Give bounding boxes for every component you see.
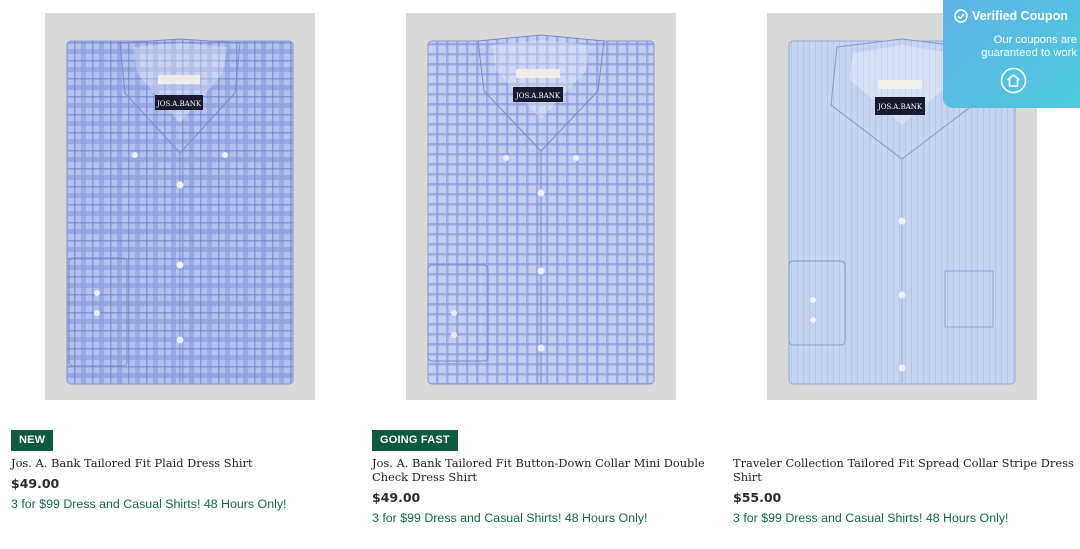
product-title[interactable]: Traveler Collection Tailored Fit Spread …	[733, 456, 1078, 484]
promo-link[interactable]: 3 for $99 Dress and Casual Shirts! 48 Ho…	[372, 511, 647, 525]
coupon-title: Verified Coupon	[972, 9, 1068, 23]
coupon-subtitle: Our coupons are guaranteed to work	[981, 34, 1077, 59]
svg-text:JOS.A.BANK: JOS.A.BANK	[156, 100, 202, 108]
coupon-header: Verified Coupon	[954, 9, 1068, 23]
product-card[interactable]: JOS.A.BANK NEW Jos. A. Bank Tailored Fit…	[0, 0, 360, 549]
product-card[interactable]: JOS.A.BANK GOING FAST Jos. A. Bank Tailo…	[360, 0, 720, 549]
status-badge: NEW	[11, 430, 54, 451]
verified-coupon-widget[interactable]: Verified Coupon Our coupons are guarante…	[943, 0, 1080, 108]
product-price: $55.00	[733, 490, 782, 505]
product-price: $49.00	[11, 476, 60, 491]
product-image[interactable]: JOS.A.BANK	[406, 13, 676, 400]
promo-link[interactable]: 3 for $99 Dress and Casual Shirts! 48 Ho…	[11, 497, 286, 511]
svg-text:JOS.A.BANK: JOS.A.BANK	[515, 92, 561, 100]
svg-text:JOS.A.BANK: JOS.A.BANK	[877, 103, 923, 111]
promo-link[interactable]: 3 for $99 Dress and Casual Shirts! 48 Ho…	[733, 511, 1008, 525]
product-image[interactable]: JOS.A.BANK	[45, 13, 315, 400]
check-circle-icon	[954, 9, 968, 23]
plaid-shirt-image: JOS.A.BANK	[66, 38, 294, 385]
check-shirt-image: JOS.A.BANK	[427, 34, 655, 385]
status-badge: GOING FAST	[372, 430, 458, 451]
product-price: $49.00	[372, 490, 421, 505]
product-title[interactable]: Jos. A. Bank Tailored Fit Plaid Dress Sh…	[11, 456, 356, 470]
home-icon[interactable]	[1000, 67, 1027, 94]
product-title[interactable]: Jos. A. Bank Tailored Fit Button-Down Co…	[372, 456, 717, 484]
